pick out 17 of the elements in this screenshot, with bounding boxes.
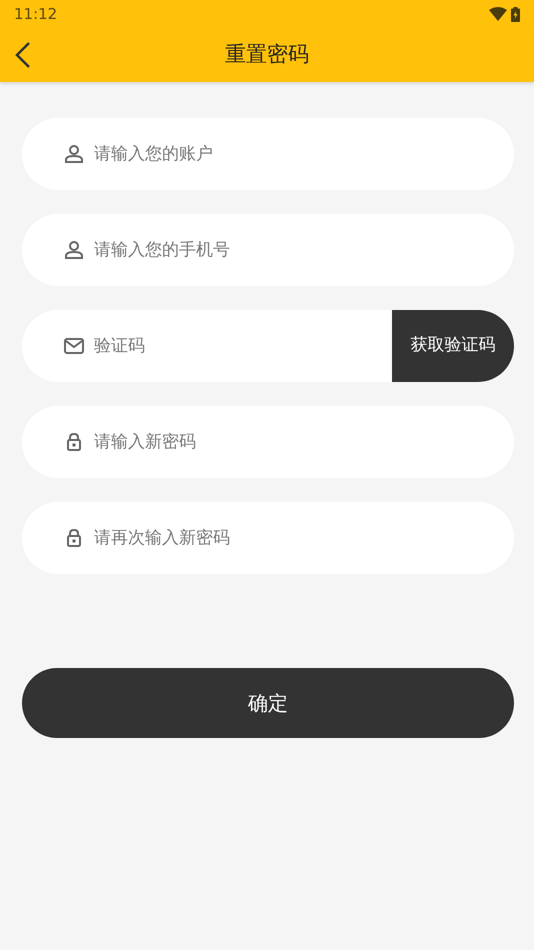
input-field[interactable]: 请输入新密码	[22, 406, 514, 478]
lock-icon	[64, 432, 84, 452]
back-icon	[15, 42, 31, 68]
mail-icon	[64, 336, 84, 356]
status-time: 11:12	[14, 4, 58, 25]
wifi-icon	[489, 7, 507, 21]
confirm-button[interactable]: 确定	[22, 668, 514, 738]
get-code-button[interactable]: 获取验证码	[392, 310, 514, 382]
input-field[interactable]: 请输入您的手机号	[22, 214, 514, 286]
input-field[interactable]: 请输入您的账户	[22, 118, 514, 190]
battery-icon	[511, 6, 520, 22]
page-title: 重置密码	[225, 41, 309, 68]
person-icon	[64, 240, 84, 260]
lock-icon	[64, 528, 84, 548]
person-icon	[64, 144, 84, 164]
input-field[interactable]: 请再次输入新密码	[22, 502, 514, 574]
input-field[interactable]: 验证码	[22, 310, 392, 382]
